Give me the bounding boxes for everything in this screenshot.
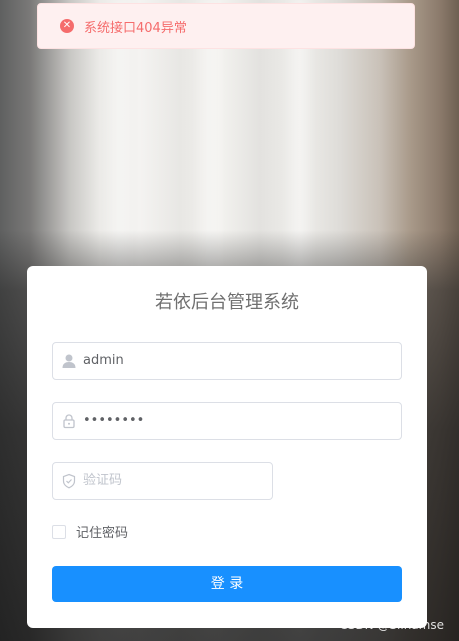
login-title: 若依后台管理系统 (155, 292, 299, 313)
remember-password[interactable]: 记住密码 (52, 522, 128, 541)
watermark: CSDN @Slinamse (339, 618, 444, 632)
username-value: admin (83, 353, 124, 368)
user-icon (62, 354, 76, 368)
remember-checkbox[interactable] (52, 524, 66, 539)
error-toast: ✕ 系统接口404异常 (37, 3, 415, 49)
password-field[interactable]: •••••••• (52, 402, 402, 440)
login-button[interactable]: 登 录 (52, 566, 402, 602)
captcha-placeholder: 验证码 (83, 473, 123, 488)
toast-message: 系统接口404异常 (84, 20, 187, 36)
remember-label: 记住密码 (76, 526, 129, 541)
captcha-field[interactable]: 验证码 (52, 462, 273, 500)
login-card: 若依后台管理系统 admin •••••••• 验证码 记住密码 登 录 (27, 266, 427, 628)
password-value: •••••••• (83, 413, 145, 428)
shield-icon (62, 473, 76, 489)
lock-icon (63, 414, 75, 429)
username-field[interactable]: admin (52, 342, 402, 380)
error-circle-icon: ✕ (60, 19, 74, 33)
